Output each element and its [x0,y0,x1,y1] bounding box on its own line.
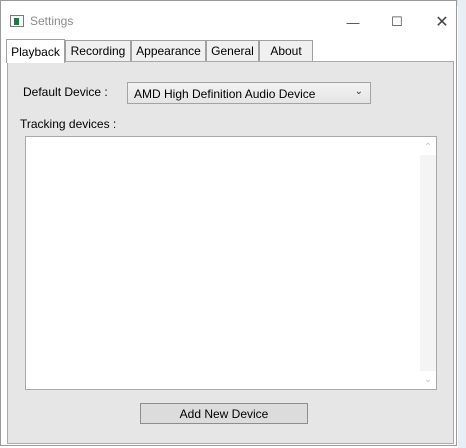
minimize-icon: — [346,14,360,30]
tab-appearance[interactable]: Appearance [131,40,206,62]
tracking-devices-label: Tracking devices : [20,117,117,131]
add-new-device-button[interactable]: Add New Device [140,403,308,424]
default-device-value: AMD High Definition Audio Device [134,87,316,101]
default-device-label: Default Device : [23,85,108,99]
chevron-down-icon[interactable]: ⌄ [420,371,436,387]
minimize-button[interactable]: — [331,9,375,35]
title-bar[interactable]: Settings — ☐ ✕ [1,1,456,37]
maximize-icon: ☐ [391,14,403,29]
chevron-down-icon: ⌄ [354,86,363,97]
window-title: Settings [30,14,74,28]
tab-recording[interactable]: Recording [65,40,131,62]
settings-window: Settings — ☐ ✕ Playback Recording Appear… [0,0,457,446]
scrollbar-track[interactable] [420,155,436,371]
close-button[interactable]: ✕ [420,9,464,35]
tab-general[interactable]: General [206,40,259,62]
tab-general-label: General [211,44,254,58]
tab-about-label: About [270,44,302,58]
app-icon [10,15,24,27]
tab-appearance-label: Appearance [136,44,201,58]
chevron-up-icon[interactable]: ⌃ [420,139,436,155]
close-icon: ✕ [435,14,449,31]
tab-playback[interactable]: Playback [6,39,65,63]
tab-playback-label: Playback [11,44,60,59]
tab-recording-label: Recording [70,44,126,58]
background-desktop-edge [458,0,466,448]
tracking-devices-list[interactable]: ⌃ ⌄ [25,136,437,390]
add-new-device-label: Add New Device [179,406,269,421]
default-device-dropdown[interactable]: AMD High Definition Audio Device ⌄ [127,82,371,104]
maximize-button[interactable]: ☐ [375,9,419,35]
tab-about[interactable]: About [259,40,313,62]
